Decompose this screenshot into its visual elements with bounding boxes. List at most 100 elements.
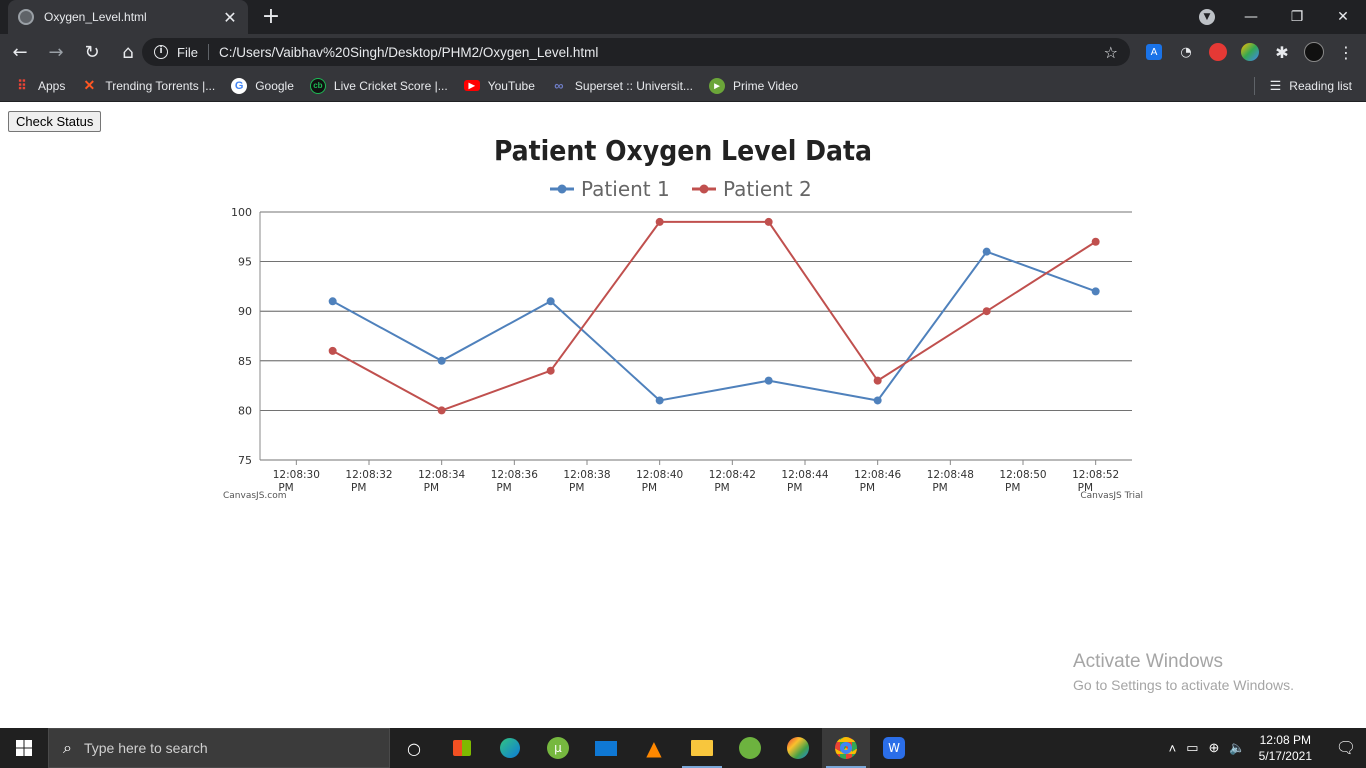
x-tick-label: 12:08:48 PM	[927, 469, 974, 494]
check-status-button[interactable]: Check Status	[8, 111, 102, 132]
reading-list-button[interactable]: ☰ Reading list	[1270, 70, 1352, 102]
utorrent-icon[interactable]: µ	[534, 728, 582, 768]
forward-button[interactable]: →	[40, 42, 72, 63]
reload-button[interactable]: ↻	[76, 42, 108, 63]
tab-bar: Oxygen_Level.html ✕ + ▼ — ❐ ✕	[0, 0, 1366, 34]
watermark-subtitle: Go to Settings to activate Windows.	[1073, 677, 1294, 693]
chrome-icon[interactable]	[822, 728, 870, 768]
back-button[interactable]: ←	[4, 42, 36, 63]
scheme-label: File	[177, 44, 198, 60]
series-line-patient-1	[332, 250, 1097, 402]
data-point-patient-1	[873, 396, 882, 405]
data-point-patient-1	[1091, 287, 1100, 296]
x-tick-label: 12:08:46 PM	[854, 469, 901, 494]
taskbar-apps: ○ µ ▲ W	[390, 728, 918, 768]
extensions-puzzle-icon[interactable]: ✱	[1270, 40, 1294, 64]
data-point-patient-1	[437, 356, 446, 365]
legend-marker-2	[699, 184, 709, 194]
clock[interactable]: 12:08 PM 5/17/2021	[1259, 732, 1312, 764]
cricket-icon: cb	[309, 77, 326, 94]
close-tab-icon[interactable]: ✕	[222, 8, 238, 27]
apps-grid-icon: ⠿	[17, 77, 27, 93]
data-point-patient-1	[546, 297, 555, 306]
adblock-icon[interactable]	[1206, 40, 1230, 64]
series-line-patient-2	[332, 220, 1097, 412]
tab-search-icon[interactable]: ▼	[1199, 9, 1215, 25]
bookmark-superset[interactable]: ∞ Superset :: Universit...	[551, 78, 693, 94]
oxygen-line-chart: Patient Oxygen Level Data Patient 1 Patien…	[223, 134, 1143, 501]
bookmark-label: Superset :: Universit...	[574, 78, 693, 93]
address-bar[interactable]: i File C:/Users/Vaibhav%20Singh/Desktop/…	[142, 38, 1130, 66]
eclipse-icon[interactable]	[774, 728, 822, 768]
bookmark-apps[interactable]: ⠿ Apps	[14, 78, 65, 94]
y-tick-label: 75	[238, 454, 252, 467]
volume-icon[interactable]: 🔈	[1229, 740, 1245, 756]
x-tick-label: 12:08:44 PM	[781, 469, 828, 494]
battery-icon[interactable]: ▭	[1186, 740, 1198, 756]
clock-time: 12:08 PM	[1259, 733, 1311, 747]
store-icon[interactable]	[438, 728, 486, 768]
extension-a-icon[interactable]: A	[1146, 44, 1162, 60]
browser-toolbar: ← → ↻ ⌂ i File C:/Users/Vaibhav%20Singh/…	[0, 34, 1366, 70]
google-icon: G	[231, 77, 248, 94]
spring-tool-icon[interactable]	[726, 728, 774, 768]
bookmark-google[interactable]: G Google	[231, 77, 294, 94]
restore-button[interactable]: ❐	[1274, 9, 1320, 25]
legend-label-1: Patient 1	[581, 177, 670, 201]
bookmarks-divider	[1254, 77, 1255, 95]
omnibox-divider	[207, 44, 209, 60]
data-point-patient-1	[328, 297, 337, 306]
new-tab-button[interactable]: +	[260, 4, 282, 30]
bookmark-youtube[interactable]: ▶ YouTube	[463, 79, 535, 93]
y-tick-label: 80	[238, 404, 252, 417]
extensions-area: A ◔ ✱ ⋮	[1142, 40, 1358, 64]
data-point-patient-2	[1091, 237, 1100, 246]
data-point-patient-1	[764, 376, 773, 385]
data-point-patient-2	[546, 366, 555, 375]
reading-list-label: Reading list	[1289, 79, 1352, 93]
wps-office-icon[interactable]: W	[870, 728, 918, 768]
x-tick-label: 12:08:40 PM	[636, 469, 683, 494]
info-icon[interactable]: i	[154, 45, 168, 59]
clock-date: 5/17/2021	[1258, 749, 1312, 763]
bookmark-trending-torrents[interactable]: ✕ Trending Torrents |...	[81, 77, 215, 94]
x-tick-label: 12:08:34 PM	[418, 469, 465, 494]
minimize-button[interactable]: —	[1228, 9, 1274, 25]
bookmark-label: Google	[255, 78, 294, 93]
page-content: Check Status Patient Oxygen Level Data Pa…	[0, 103, 1366, 728]
bookmark-label: Prime Video	[732, 78, 799, 93]
mail-icon[interactable]	[582, 728, 630, 768]
notification-icon[interactable]: 🗨	[1326, 738, 1366, 758]
bookmark-live-cricket[interactable]: cb Live Cricket Score |...	[309, 77, 448, 94]
vlc-icon[interactable]: ▲	[630, 728, 678, 768]
extension-globe-icon[interactable]	[1238, 40, 1262, 64]
start-button[interactable]	[0, 728, 48, 768]
extension-gauge-icon[interactable]: ◔	[1174, 40, 1198, 64]
window-controls: — ❐ ✕	[1228, 0, 1366, 34]
play-icon: ▶	[708, 77, 725, 94]
legend-label-2: Patient 2	[723, 177, 812, 201]
chrome-menu-icon[interactable]: ⋮	[1334, 40, 1358, 64]
legend-marker-1	[557, 184, 567, 194]
windows-taskbar: ⌕ Type here to search ○ µ ▲ W ˄ ▭ ⊕ 🔈 12…	[0, 728, 1366, 768]
search-icon: ⌕	[63, 738, 72, 757]
home-button[interactable]: ⌂	[112, 42, 144, 63]
taskbar-search[interactable]: ⌕ Type here to search	[48, 728, 390, 768]
edge-icon[interactable]	[486, 728, 534, 768]
show-hidden-icons-icon[interactable]: ˄	[1169, 741, 1177, 756]
bookmark-prime-video[interactable]: ▶ Prime Video	[708, 77, 799, 94]
x-tick-label: 12:08:36 PM	[491, 469, 538, 494]
url-text[interactable]: C:/Users/Vaibhav%20Singh/Desktop/PHM2/Ox…	[219, 45, 1104, 60]
tab-oxygen-level[interactable]: Oxygen_Level.html ✕	[8, 0, 248, 34]
profile-avatar[interactable]	[1302, 40, 1326, 64]
superset-icon: ∞	[554, 78, 564, 93]
data-point-patient-2	[437, 406, 446, 415]
bookmark-star-icon[interactable]: ☆	[1104, 43, 1118, 62]
x-tick-label: 12:08:42 PM	[709, 469, 756, 494]
bookmark-label: Apps	[38, 78, 66, 93]
data-point-patient-1	[655, 396, 664, 405]
network-globe-icon[interactable]: ⊕	[1209, 740, 1220, 756]
task-view-icon[interactable]: ○	[390, 728, 438, 768]
file-explorer-icon[interactable]	[678, 728, 726, 768]
close-window-button[interactable]: ✕	[1320, 9, 1366, 25]
